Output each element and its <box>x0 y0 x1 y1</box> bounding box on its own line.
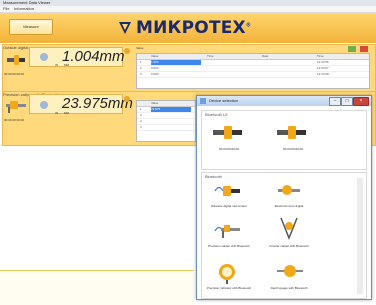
cell: 4 <box>140 125 142 129</box>
status-text: 00:00:00 00:00 <box>4 118 25 122</box>
circular-caliper-icon[interactable] <box>275 214 303 242</box>
depth-gauge-icon[interactable] <box>275 260 305 284</box>
group-label: Bluetooth LE <box>205 112 228 117</box>
table-row[interactable]: 3 0.000 12:34:58 <box>137 72 369 78</box>
settings-icon[interactable] <box>124 96 130 102</box>
menu-item-file[interactable]: File <box>3 6 9 12</box>
cell: 1.004 <box>151 60 201 65</box>
menu-item-information[interactable]: Information <box>14 6 34 12</box>
le-micrometer-icon[interactable] <box>275 122 309 144</box>
digital-micrometer-icon[interactable] <box>213 180 241 202</box>
cell: 2 <box>140 66 142 70</box>
cell: 0.000 <box>151 72 159 76</box>
dialog-scrollbar[interactable] <box>357 178 363 294</box>
device-selection-dialog: Device selection – □ × Bluetooth LE 00:0… <box>196 95 372 300</box>
cell: 23.975 <box>151 107 191 112</box>
column-header: Time <box>207 54 214 58</box>
cell: 3 <box>140 119 142 123</box>
caliper-icon <box>6 101 26 113</box>
column-header: Value <box>151 54 159 58</box>
device-caption: Electronic bore digital <box>274 204 304 208</box>
cell: 0.000 <box>151 66 159 70</box>
cell: 12:34:58 <box>317 72 329 76</box>
cell: 2 <box>140 113 142 117</box>
column-header: Time <box>317 54 324 58</box>
logo-text: МИКРОТЕХ® <box>136 18 252 38</box>
logo-icon <box>119 22 131 34</box>
data-table-1[interactable]: Value Time Date Time 1 1.004 12:34:56 2 … <box>136 53 370 89</box>
reading-value: 23.975mm <box>62 95 133 112</box>
device-caption: Precision indicator with Bluetooth <box>206 286 252 290</box>
menu-bar: File Information <box>0 6 376 13</box>
unit-in-toggle[interactable]: IN <box>55 63 58 67</box>
status-text: 00:00:00 00:00 <box>4 72 25 76</box>
column-header: Value <box>151 101 159 105</box>
unit-in-toggle[interactable]: IN <box>55 111 58 115</box>
bottom-area <box>0 270 194 305</box>
cell: 1 <box>140 107 142 111</box>
device-caption: 00:00:00:00:00 <box>282 147 304 151</box>
app-icon <box>200 98 206 104</box>
close-button[interactable]: × <box>353 97 369 106</box>
indicator-icon[interactable] <box>215 260 239 284</box>
cell: 1 <box>140 60 142 64</box>
bluetooth-icon <box>40 53 48 61</box>
measure-button[interactable]: Measure <box>9 19 53 35</box>
unit-mm-toggle[interactable]: MM <box>64 111 69 115</box>
bluetooth-icon <box>40 101 48 109</box>
delete-icon[interactable] <box>360 46 368 52</box>
cell: 3 <box>140 72 142 76</box>
group-label: Bluetooth <box>205 174 222 179</box>
le-micrometer-icon[interactable] <box>211 122 245 144</box>
device-caption: Precision caliper with Bluetooth <box>208 244 250 248</box>
cell: 12:34:56 <box>317 60 329 64</box>
bore-gauge-icon[interactable] <box>275 180 303 202</box>
table-row[interactable]: 4 <box>137 125 195 131</box>
reading-value: 1.004mm <box>62 48 125 65</box>
maximize-button[interactable]: □ <box>341 97 353 106</box>
dialog-title: Device selection <box>209 98 239 103</box>
column-header: Date <box>262 54 269 58</box>
table-label: Value <box>136 46 144 50</box>
device-caption: Depth gauge with Bluetooth <box>270 286 308 290</box>
device-caption: Circular caliper with Bluetooth <box>269 244 309 248</box>
minimize-button[interactable]: – <box>329 97 341 106</box>
cell: 12:34:57 <box>317 66 329 70</box>
export-icon[interactable] <box>348 46 356 52</box>
device-caption: 00:00:00:00:00 <box>218 147 240 151</box>
caliper-icon[interactable] <box>213 220 241 242</box>
settings-icon[interactable] <box>124 48 130 54</box>
data-table-2[interactable]: Value 1 23.975 2 3 4 <box>136 100 196 142</box>
unit-mm-toggle[interactable]: MM <box>64 63 69 67</box>
device-caption: Wireless digital micrometer <box>210 204 247 208</box>
micrometer-icon <box>7 55 25 65</box>
